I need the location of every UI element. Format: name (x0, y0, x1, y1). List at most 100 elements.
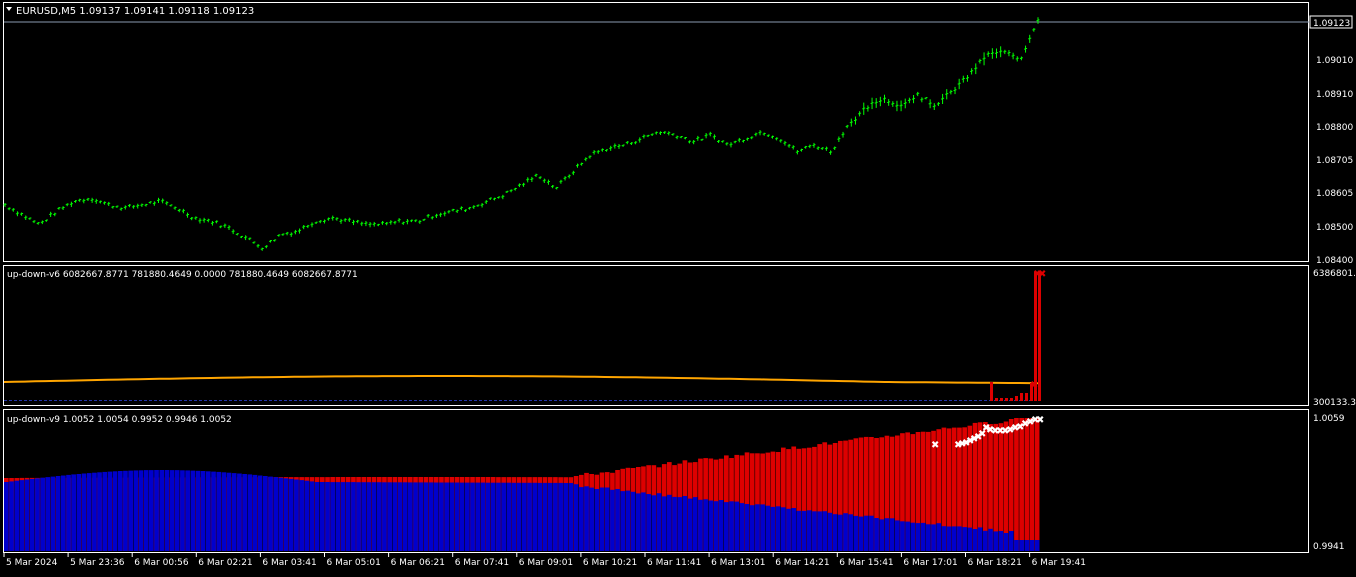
histogram-bar (309, 477, 315, 551)
price-bar (173, 206, 177, 210)
price-bar (812, 142, 816, 148)
histogram-bar (252, 474, 258, 551)
histogram-bar (739, 455, 745, 551)
histogram-bar (817, 444, 822, 551)
signal-marker: ✖ (1038, 269, 1046, 280)
histogram-bar (724, 455, 729, 551)
price-bar (244, 235, 248, 241)
price-bar (663, 131, 667, 134)
price-bar (928, 99, 932, 109)
price-bar (588, 155, 592, 159)
histogram-bar (490, 477, 496, 551)
collapse-triangle-icon[interactable] (6, 7, 12, 11)
price-bar (364, 221, 368, 227)
price-bar (700, 138, 704, 141)
price-bar (177, 208, 181, 213)
price-bar (210, 221, 214, 226)
price-bar (331, 215, 335, 221)
price-bar (231, 229, 235, 235)
price-bar (194, 216, 198, 220)
histogram-bar (423, 477, 429, 551)
price-bar (264, 245, 268, 249)
histogram-bar (775, 452, 781, 551)
price-bar (11, 208, 15, 212)
price-bar (293, 229, 297, 235)
indicator1-pane[interactable] (3, 265, 1309, 406)
price-bar (895, 100, 899, 112)
price-bar (368, 222, 372, 228)
histogram-bar (661, 464, 667, 551)
histogram-bar (692, 462, 698, 551)
indicator1-bar (1020, 393, 1023, 401)
histogram-bar (314, 477, 320, 551)
histogram-bar (915, 432, 921, 551)
price-bar (281, 233, 285, 236)
price-bar (40, 220, 44, 225)
chart-window[interactable]: EURUSD,M5 1.09137 1.09141 1.09118 1.0912… (0, 0, 1356, 573)
histogram-bar (402, 477, 408, 551)
price-bar (484, 200, 488, 204)
price-bar (953, 86, 957, 95)
histogram-bar (29, 477, 35, 551)
price-bar (845, 124, 849, 129)
histogram-bar (340, 477, 346, 551)
price-bar (401, 221, 405, 225)
price-bar (376, 223, 380, 227)
price-bar (1015, 56, 1019, 62)
histogram-bar (216, 471, 222, 551)
price-bar (874, 98, 878, 108)
price-bar (986, 51, 990, 57)
histogram-bar (532, 477, 538, 551)
histogram-bar (698, 458, 703, 551)
histogram-bar (164, 470, 170, 551)
price-bar (824, 146, 828, 151)
indicator1-bar (1010, 398, 1013, 401)
price-bar (563, 176, 567, 181)
price-bar (899, 100, 903, 112)
histogram-bar (465, 477, 470, 551)
price-bar (322, 219, 326, 224)
price-bar (347, 217, 351, 222)
histogram-bar (703, 458, 708, 551)
histogram-bar (459, 477, 465, 551)
histogram-bar (884, 435, 890, 551)
histogram-bar (444, 477, 449, 551)
y-tick: 1.08605 (1316, 189, 1353, 199)
price-bar (746, 137, 750, 141)
histogram-bar (345, 477, 351, 551)
histogram-bar (377, 477, 382, 551)
histogram-bar (154, 470, 159, 551)
histogram-bar (718, 458, 724, 551)
histogram-bar (848, 439, 853, 551)
price-bar (559, 179, 563, 184)
histogram-bar (19, 477, 25, 551)
price-bar (1024, 45, 1028, 53)
histogram-bar (791, 446, 797, 551)
price-bar (327, 217, 331, 221)
price-bar (692, 140, 696, 145)
histogram-bar (781, 447, 786, 551)
price-bar (779, 139, 783, 143)
price-bar (455, 209, 459, 213)
price-bar (472, 205, 476, 209)
signal-marker: ✖ (1030, 380, 1038, 391)
price-bar (696, 135, 700, 141)
price-bar (459, 206, 463, 211)
price-bar (140, 203, 144, 207)
histogram-bar (288, 477, 294, 551)
histogram-bar (511, 477, 517, 551)
histogram-bar (112, 471, 118, 551)
price-bar (795, 150, 799, 155)
histogram-bar (988, 424, 993, 551)
price-bar (115, 205, 119, 208)
histogram-bar (889, 436, 895, 551)
histogram-bar (392, 477, 398, 551)
price-bar (654, 131, 658, 135)
price-bar (190, 217, 194, 221)
histogram-bar (667, 462, 672, 551)
price-bar (148, 201, 152, 204)
price-bar (551, 185, 555, 189)
histogram-bar (651, 465, 657, 551)
indicator1-ma-line (3, 375, 1041, 385)
price-bar (688, 140, 692, 144)
